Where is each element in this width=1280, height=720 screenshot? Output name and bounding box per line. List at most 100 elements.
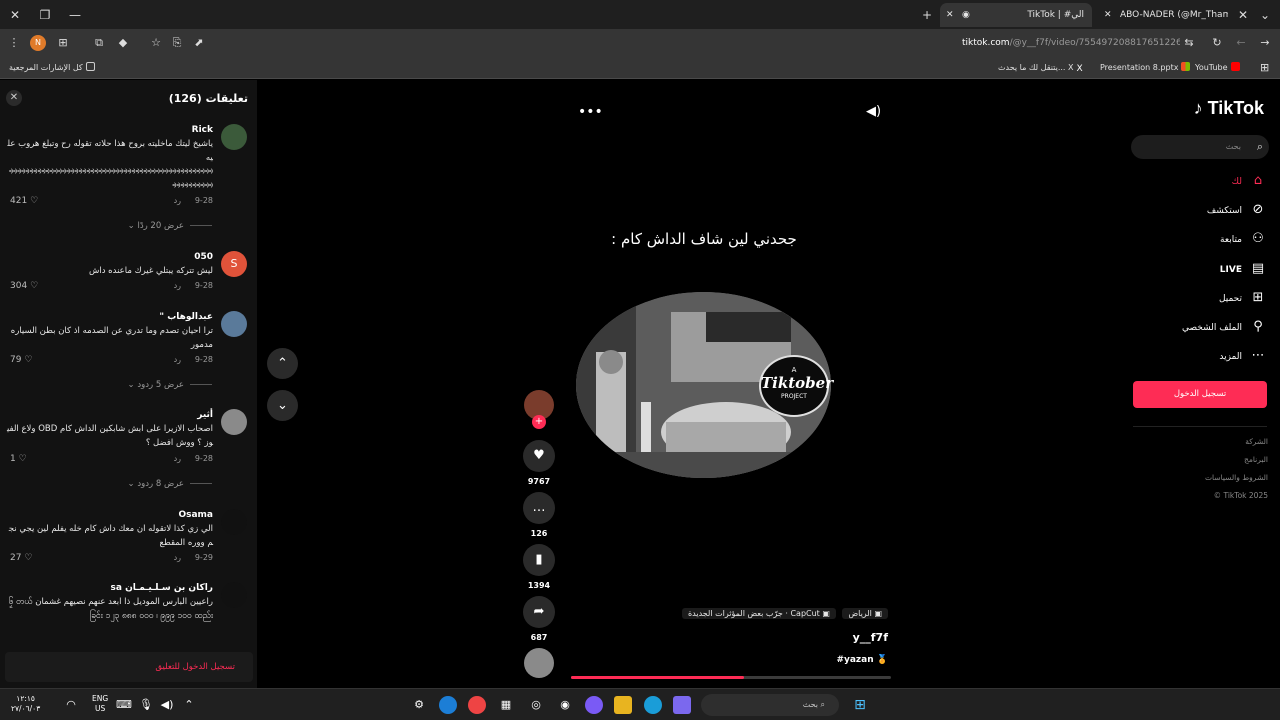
avatar[interactable] — [221, 582, 247, 608]
reload-icon[interactable]: ↻ — [1208, 34, 1226, 52]
forward-icon[interactable]: ← — [1232, 34, 1250, 52]
nav-more[interactable]: ⋯ المزيد — [1124, 346, 1268, 366]
store-icon[interactable]: ▦ — [497, 696, 515, 714]
obs-icon[interactable]: ◉ — [556, 696, 574, 714]
close-tab-icon[interactable]: ✕ — [946, 3, 954, 27]
diamond-icon[interactable]: ◆ — [114, 34, 132, 52]
avatar[interactable] — [221, 409, 247, 435]
save-action[interactable]: ▮ 1394 — [523, 544, 555, 590]
video-hashtag[interactable]: #yazan 🏅 — [836, 655, 888, 665]
system-clock[interactable]: ١٢:١٥ ٢٧/٠٦/٠٣ — [11, 694, 40, 714]
comment-action[interactable]: … 126 — [523, 492, 555, 538]
edge-icon[interactable] — [439, 696, 457, 714]
close-tab-icon[interactable]: ✕ — [1104, 3, 1112, 27]
search-input[interactable]: بحث ⌕ — [1131, 135, 1269, 159]
game-icon[interactable]: ◎ — [527, 696, 545, 714]
puzzle-icon[interactable]: ⧉ — [90, 34, 108, 52]
windows-start-icon[interactable]: ⊞ — [851, 696, 869, 714]
menu-icon[interactable]: ⋮ — [5, 34, 23, 52]
music-disc-icon[interactable] — [524, 648, 554, 678]
nav-explore[interactable]: ⊘ استكشف — [1124, 200, 1268, 220]
like-count[interactable]: 1 ♡ — [10, 454, 27, 464]
keyboard-icon[interactable]: ⌨ — [115, 696, 133, 714]
address-bar[interactable]: tiktok.com/@y__f7f/video/755497208817651… — [962, 36, 1180, 50]
nav-following[interactable]: ⚇ متابعة — [1124, 229, 1268, 249]
avatar[interactable] — [221, 124, 247, 150]
reply-button[interactable]: رد — [174, 355, 181, 364]
bookmark-presentation[interactable]: Presentation 8.pptx — [1100, 60, 1193, 75]
comment-author[interactable]: أثير — [5, 409, 213, 422]
tab-abo-nader[interactable]: ✕ ABO-NADER (@Mr_Thamer109 — [1100, 3, 1250, 27]
share-page-icon[interactable]: ⬈ — [190, 34, 208, 52]
bookmark-icon[interactable]: ▮ — [523, 544, 555, 576]
translate-icon[interactable]: ⎘ — [168, 34, 186, 52]
wifi-icon[interactable]: ◠ — [62, 696, 80, 714]
nav-live[interactable]: ▤ LIVE — [1124, 259, 1268, 279]
footer-company-link[interactable]: الشركة — [1245, 436, 1268, 448]
next-video-button[interactable]: ⌄ — [267, 390, 298, 421]
location-tag[interactable]: ▣ الرياض — [842, 608, 888, 619]
comment-author[interactable]: راكان بن سـلـيـمـان sa — [5, 582, 213, 595]
bookmark-youtube[interactable]: YouTube — [1195, 60, 1243, 75]
back-icon[interactable]: → — [1256, 34, 1274, 52]
like-count[interactable]: 304 ♡ — [10, 281, 38, 291]
tab-search-icon[interactable]: ⌄ — [1256, 6, 1274, 24]
copilot-icon[interactable] — [673, 696, 691, 714]
view-replies-button[interactable]: عرض 5 ردود ⌄ — [128, 380, 212, 390]
more-options-icon[interactable]: ••• — [578, 104, 603, 120]
language-indicator[interactable]: ENG US — [92, 694, 108, 714]
minimize-window-icon[interactable]: — — [66, 6, 84, 24]
apps-grid-icon[interactable]: ⊞ — [1260, 60, 1269, 75]
extension-icon[interactable]: ⊞ — [54, 34, 72, 52]
volume-icon[interactable]: ◀) — [866, 104, 881, 119]
like-action[interactable]: ♥ 9767 — [523, 440, 555, 486]
video-progress-bar[interactable] — [571, 676, 891, 679]
nav-profile[interactable]: ⚲ الملف الشخصي — [1124, 317, 1268, 337]
bookmark-x[interactable]: يتنقل لك ما يحدث... XX — [998, 60, 1088, 75]
nav-for-you[interactable]: ⌂ لك — [1124, 171, 1268, 191]
view-replies-button[interactable]: عرض 20 ردًا ⌄ — [128, 221, 212, 231]
heart-icon[interactable]: ♥ — [523, 440, 555, 472]
reply-button[interactable]: رد — [174, 281, 181, 290]
login-to-comment-button[interactable]: تسجيل الدخول للتعليق — [5, 652, 253, 682]
file-explorer-icon[interactable] — [614, 696, 632, 714]
reply-button[interactable]: رد — [174, 196, 181, 205]
chrome-icon[interactable] — [468, 696, 486, 714]
like-count[interactable]: 79 ♡ — [10, 355, 32, 365]
close-window-icon[interactable]: ✕ — [6, 6, 24, 24]
comment-author[interactable]: Osama — [5, 509, 213, 522]
discord-icon[interactable] — [585, 696, 603, 714]
capcut-tag[interactable]: ▣ CapCut · جرّب بعض المؤثرات الجديدة — [681, 608, 836, 619]
close-icon[interactable]: ✕ — [6, 90, 22, 106]
comment-author[interactable]: 050 — [5, 251, 213, 264]
share-action[interactable]: ➦ 687 — [523, 596, 555, 642]
follow-plus-icon[interactable]: + — [532, 415, 546, 429]
reply-button[interactable]: رد — [174, 454, 181, 463]
previous-video-button[interactable]: ⌃ — [267, 348, 298, 379]
like-count[interactable]: 27 ♡ — [10, 553, 32, 563]
comment-author[interactable]: عبدالوهاب " — [5, 311, 213, 324]
tab-tiktok-video[interactable]: ✕ ◉ TikTok | #الي — [940, 3, 1092, 27]
comment-author[interactable]: Rick — [5, 124, 213, 137]
view-replies-button[interactable]: عرض 8 ردود ⌄ — [128, 479, 212, 489]
footer-terms-link[interactable]: الشروط والسياسات — [1205, 472, 1268, 484]
all-bookmarks-folder[interactable]: كل الإشارات المرجعية — [9, 60, 98, 75]
video-author[interactable]: y__f7f — [853, 631, 888, 644]
browser-icon[interactable] — [644, 696, 662, 714]
taskbar-search-input[interactable]: بحث ⌕ — [701, 694, 839, 716]
tab-close-icon[interactable]: ✕ — [1234, 6, 1252, 24]
reply-button[interactable]: رد — [174, 553, 181, 562]
new-tab-icon[interactable]: + — [918, 6, 936, 24]
settings-icon[interactable]: ⚙ — [410, 696, 428, 714]
login-button[interactable]: تسجيل الدخول — [1133, 381, 1267, 408]
tiktok-logo[interactable]: ♪ TikTok — [1194, 98, 1264, 119]
avatar[interactable] — [221, 509, 247, 535]
like-count[interactable]: 421 ♡ — [10, 196, 38, 206]
bookmark-star-icon[interactable]: ☆ — [147, 34, 165, 52]
avatar[interactable]: S — [221, 251, 247, 277]
avatar[interactable] — [221, 311, 247, 337]
share-icon[interactable]: ➦ — [523, 596, 555, 628]
restore-window-icon[interactable]: ❐ — [36, 6, 54, 24]
nav-upload[interactable]: ⊞ تحميل — [1124, 288, 1268, 308]
comment-icon[interactable]: … — [523, 492, 555, 524]
